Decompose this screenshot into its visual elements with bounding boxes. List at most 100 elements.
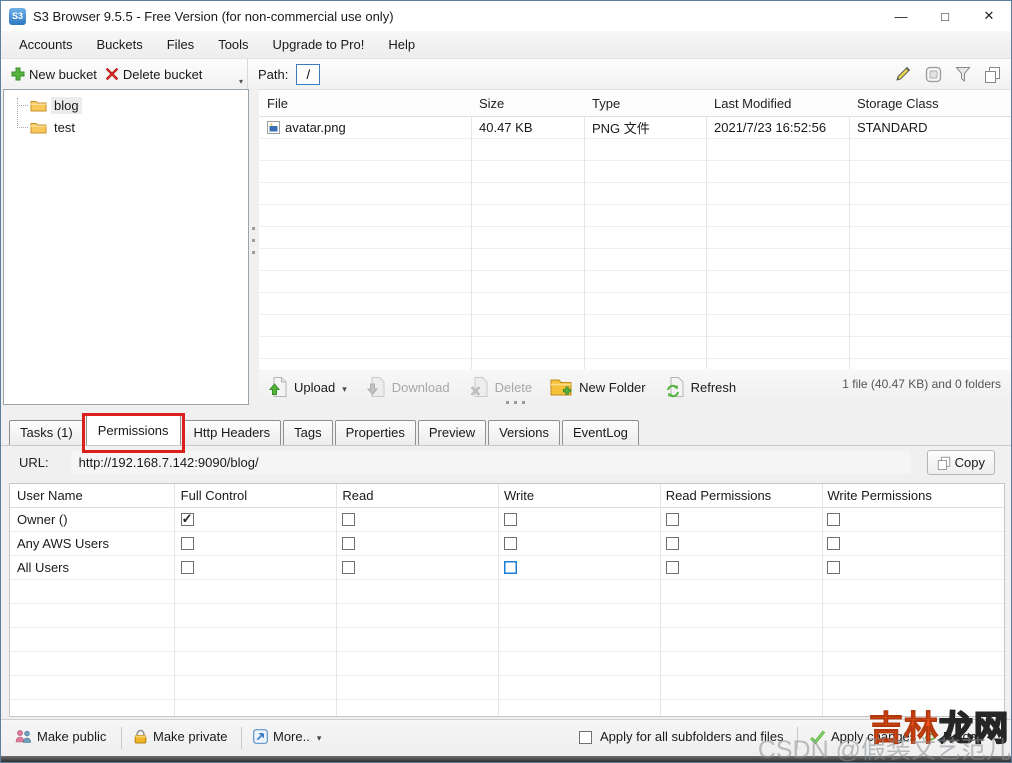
- tab-tasks-1[interactable]: Tasks (1): [9, 420, 84, 445]
- apply-subfolders-checkbox[interactable]: [579, 731, 592, 744]
- upload-button[interactable]: Upload: [267, 376, 347, 398]
- new-bucket-button[interactable]: New bucket: [7, 65, 101, 84]
- reload-button[interactable]: Reload: [923, 729, 984, 744]
- menu-item-help[interactable]: Help: [376, 33, 427, 56]
- permission-cell: [335, 537, 497, 550]
- column-header-read-permissions[interactable]: Read Permissions: [659, 488, 821, 503]
- write-checkbox[interactable]: [504, 561, 518, 574]
- copy-url-button[interactable]: Copy: [926, 450, 995, 475]
- column-header-write-permissions[interactable]: Write Permissions: [820, 488, 1004, 503]
- url-value[interactable]: http://192.168.7.142:9090/blog/: [70, 451, 911, 474]
- delete-bucket-button[interactable]: Delete bucket: [101, 65, 207, 84]
- green-check-icon: [810, 730, 826, 744]
- close-button[interactable]: ✕: [967, 1, 1011, 31]
- write-permissions-checkbox[interactable]: [827, 561, 841, 574]
- permission-row-owner: Owner (): [10, 508, 1004, 532]
- download-button[interactable]: Download: [365, 376, 450, 398]
- more-button[interactable]: More..: [253, 729, 321, 744]
- column-header-file[interactable]: File: [259, 96, 471, 111]
- full-control-checkbox[interactable]: [180, 561, 194, 574]
- read-permissions-checkbox[interactable]: [665, 513, 679, 526]
- make-public-label: Make public: [37, 729, 107, 744]
- menu-item-tools[interactable]: Tools: [206, 33, 260, 56]
- write-checkbox[interactable]: [504, 513, 518, 526]
- column-divider: [706, 90, 707, 369]
- permissions-table: User Name Full Control Read Write Read Permi…: [9, 483, 1005, 717]
- minimize-button[interactable]: —: [879, 1, 923, 31]
- empty-row: [259, 337, 1011, 359]
- column-header-user-name[interactable]: User Name: [10, 488, 174, 503]
- column-divider: [471, 90, 472, 369]
- file-action-bar: Upload Download Delete New Folder: [259, 369, 1011, 405]
- tab-preview[interactable]: Preview: [417, 420, 487, 445]
- column-header-storage-class[interactable]: Storage Class: [849, 96, 1011, 111]
- empty-row: [10, 604, 1004, 628]
- url-bar: URL: http://192.168.7.142:9090/blog/ Cop…: [1, 446, 1011, 479]
- toolbar-overflow-icon[interactable]: ▾: [239, 77, 243, 86]
- full-control-checkbox[interactable]: [180, 511, 194, 527]
- read-checkbox[interactable]: [342, 561, 356, 574]
- column-divider: [849, 90, 850, 369]
- empty-row: [259, 183, 1011, 205]
- menu-item-files[interactable]: Files: [155, 33, 206, 56]
- tree-item-blog[interactable]: blog: [4, 94, 248, 116]
- make-private-button[interactable]: Make private: [133, 729, 227, 744]
- empty-row: [10, 676, 1004, 700]
- full-control-checkbox[interactable]: [180, 537, 194, 550]
- permissions-panel: User Name Full Control Read Write Read Permi…: [1, 479, 1011, 719]
- column-divider: [498, 484, 499, 716]
- maximize-button[interactable]: □: [923, 1, 967, 31]
- permission-cell: [335, 561, 497, 574]
- apply-subfolders-label[interactable]: Apply for all subfolders and files: [600, 729, 784, 744]
- vertical-splitter[interactable]: [249, 89, 259, 405]
- tab-versions[interactable]: Versions: [488, 420, 560, 445]
- empty-row: [259, 205, 1011, 227]
- write-permissions-checkbox[interactable]: [827, 537, 841, 550]
- read-checkbox[interactable]: [342, 513, 356, 526]
- menu-item-upgrade-to-pro[interactable]: Upgrade to Pro!: [261, 33, 377, 56]
- edit-pencil-icon[interactable]: [894, 65, 912, 83]
- column-header-read[interactable]: Read: [335, 488, 497, 503]
- column-header-size[interactable]: Size: [471, 96, 584, 111]
- read-permissions-checkbox[interactable]: [665, 561, 679, 574]
- lock-icon: [134, 729, 147, 744]
- read-permissions-checkbox[interactable]: [665, 537, 679, 550]
- filter-funnel-icon[interactable]: [955, 66, 971, 83]
- user-name-cell: Owner (): [17, 512, 68, 527]
- new-folder-button[interactable]: New Folder: [550, 377, 646, 397]
- permission-row-any-aws-users: Any AWS Users: [10, 532, 1004, 556]
- menu-item-accounts[interactable]: Accounts: [7, 33, 84, 56]
- make-public-button[interactable]: Make public: [15, 729, 106, 744]
- column-header-write[interactable]: Write: [497, 488, 659, 503]
- apply-changes-button[interactable]: Apply changes: [809, 729, 916, 744]
- window-bottom-edge: [1, 756, 1011, 762]
- select-button-icon[interactable]: [925, 66, 942, 83]
- tab-permissions[interactable]: Permissions: [81, 413, 185, 453]
- empty-row: [259, 161, 1011, 183]
- write-permissions-checkbox[interactable]: [827, 513, 841, 526]
- column-header-full-control[interactable]: Full Control: [174, 488, 336, 503]
- tab-http-headers[interactable]: Http Headers: [182, 420, 282, 445]
- column-header-type[interactable]: Type: [584, 96, 706, 111]
- column-divider: [336, 484, 337, 716]
- menu-item-buckets[interactable]: Buckets: [84, 33, 154, 56]
- empty-row: [259, 293, 1011, 315]
- refresh-button[interactable]: Refresh: [664, 376, 736, 398]
- tree-item-test[interactable]: test: [4, 116, 248, 138]
- tab-properties[interactable]: Properties: [334, 420, 416, 445]
- horizontal-splitter-grip-icon[interactable]: [506, 401, 509, 404]
- path-input[interactable]: [296, 63, 321, 85]
- file-row[interactable]: avatar.png 40.47 KB PNG 文件 2021/7/23 16:52:…: [259, 117, 1011, 139]
- tab-eventlog[interactable]: EventLog: [561, 420, 639, 445]
- permissions-header: User Name Full Control Read Write Read Permi…: [10, 484, 1004, 508]
- refresh-icon: [666, 377, 684, 398]
- column-divider: [660, 484, 661, 716]
- permission-cell: [174, 561, 336, 574]
- write-checkbox[interactable]: [504, 537, 518, 550]
- tab-tags[interactable]: Tags: [283, 420, 333, 445]
- read-checkbox[interactable]: [342, 537, 356, 550]
- column-header-last-modified[interactable]: Last Modified: [706, 96, 849, 111]
- copy-pages-icon[interactable]: [984, 66, 1001, 83]
- delete-button[interactable]: Delete: [468, 376, 532, 398]
- file-list-header: File Size Type Last Modified Storage Class: [259, 90, 1011, 117]
